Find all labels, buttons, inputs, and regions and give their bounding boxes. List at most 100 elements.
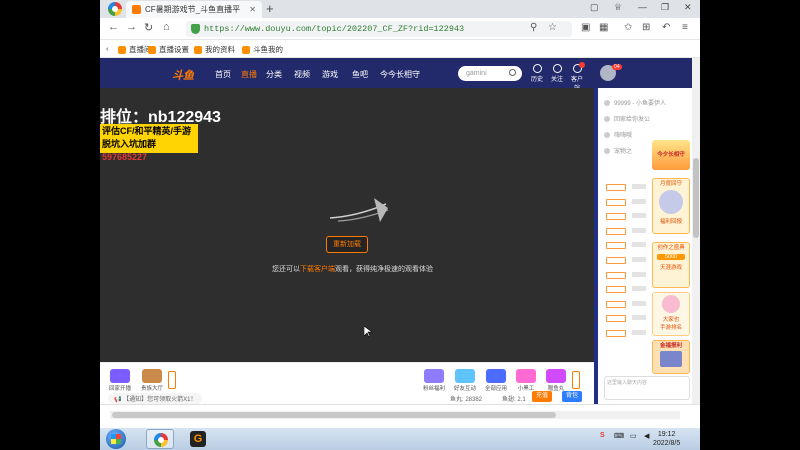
promo-banner[interactable]: 今夕长相守 [652, 140, 690, 170]
menu-hamburger-icon[interactable]: ≡ [682, 22, 688, 33]
new-tab-button[interactable]: + [266, 1, 274, 16]
page-scrollbar[interactable] [692, 58, 700, 404]
volume-icon[interactable]: ◀ [644, 432, 649, 440]
expand-gifts-button[interactable] [168, 371, 176, 389]
tab-close-icon[interactable]: ✕ [249, 5, 256, 14]
promo-card[interactable]: 大家也 手游排名 [652, 292, 690, 336]
chat-username[interactable] [632, 300, 646, 306]
apps-icon[interactable]: ▦ [599, 22, 608, 33]
screen: CF暑期游戏节_斗鱼直播平 ✕ + ▢ ♕ — ❐ ✕ ← → ↻ ⌂ http… [0, 0, 800, 450]
bookmark-star-icon[interactable]: ☆ [548, 22, 557, 33]
taskbar-app-2[interactable]: G [184, 429, 212, 449]
bookmark-item[interactable]: 我的资料 [194, 44, 235, 55]
gift-icon [516, 369, 536, 383]
bookmark-item[interactable]: 直播间 [118, 44, 152, 55]
site-search-input[interactable]: gamini [458, 66, 522, 81]
gift-item[interactable]: 好友互动 [451, 369, 479, 392]
promo-card[interactable]: 月度回守 福利回报 [652, 178, 690, 234]
chat-username[interactable] [632, 198, 646, 204]
chat-username[interactable] [632, 227, 646, 233]
horizontal-scrollbar[interactable] [110, 411, 680, 419]
taskbar-browser-app[interactable] [146, 429, 174, 449]
extension-icon[interactable]: ▣ [581, 22, 590, 33]
menu-icon[interactable]: ▢ [590, 2, 599, 13]
bookmark-item[interactable]: 直播设置 [148, 44, 189, 55]
chat-level-badge [606, 198, 626, 206]
fish-ball-count: 鱼丸: 28382 [450, 397, 483, 403]
heart-icon [552, 64, 562, 73]
gift-item[interactable]: 小黑工 [512, 369, 540, 392]
network-icon[interactable]: ▭ [630, 432, 637, 440]
backpack-button[interactable]: 背包 [562, 391, 583, 402]
douyu-logo[interactable]: 斗鱼 [172, 67, 194, 83]
horizontal-scrollbar-thumb[interactable] [112, 412, 556, 418]
ime-icon[interactable]: S [600, 432, 605, 439]
system-clock[interactable]: 19:12 2022/8/5 [653, 430, 680, 448]
rank-row[interactable]: 99999 - 小鱼要伊人 [604, 98, 666, 107]
favorites-icon[interactable]: ✩ [624, 22, 632, 33]
nav-fishbar[interactable]: 鱼吧 [352, 69, 368, 80]
chat-username[interactable] [632, 257, 646, 262]
keyboard-icon[interactable]: ⌨ [614, 432, 624, 440]
chat-level-badge [606, 271, 626, 279]
chat-level-badge [606, 227, 626, 235]
window-close-icon[interactable]: ✕ [684, 2, 692, 13]
chat-input[interactable]: 这里输入聊天内容 [604, 376, 690, 400]
follow-button[interactable]: 关注 [549, 64, 565, 83]
gift-item[interactable]: 赠鱼丸 [542, 369, 570, 392]
nav-home[interactable]: 首页 [215, 69, 231, 80]
download-client-link[interactable]: 下载客户端 [300, 266, 335, 273]
chat-username[interactable] [632, 213, 646, 219]
address-bar[interactable]: https://www.douyu.com/topic/202207_CF_ZF… [186, 21, 572, 37]
scrollbar-thumb[interactable] [693, 158, 699, 238]
browser-window: CF暑期游戏节_斗鱼直播平 ✕ + ▢ ♕ — ❐ ✕ ← → ↻ ⌂ http… [100, 0, 700, 428]
undo-icon[interactable]: ↶ [662, 22, 670, 33]
chat-username[interactable] [632, 271, 646, 277]
home-icon[interactable]: ⌂ [163, 21, 170, 33]
history-button[interactable]: 历史 [529, 64, 545, 83]
skin-icon[interactable]: ♕ [614, 2, 622, 13]
chat-username[interactable] [632, 242, 646, 248]
rank-row[interactable]: 嗨嗨哦 [604, 130, 632, 139]
chat-username[interactable] [632, 184, 646, 189]
grid-icon[interactable]: ⊞ [642, 22, 650, 33]
chat-level-badge [606, 242, 626, 250]
maximize-icon[interactable]: ❐ [661, 2, 669, 13]
promo-card[interactable]: 创作之盛典 5000 天涯游戏 [652, 242, 690, 288]
bookmarks-bar: ‹ 直播间 直播设置 我的资料 斗鱼我的 [100, 40, 700, 58]
chat-username[interactable] [632, 330, 646, 335]
nav-games[interactable]: 游戏 [322, 69, 338, 80]
gift-item[interactable]: 粉丝福利 [420, 369, 448, 392]
forward-icon[interactable]: → [126, 21, 137, 33]
chat-username[interactable] [632, 286, 646, 292]
refresh-icon[interactable]: ↻ [144, 21, 153, 34]
nav-video[interactable]: 视频 [294, 69, 310, 80]
bookmark-icon [118, 45, 126, 54]
notice-bar: 📢 【通知】您可领取火箭X1！ [108, 393, 203, 404]
chat-username[interactable] [632, 315, 646, 321]
search-icon[interactable]: ⚲ [530, 22, 537, 33]
nav-event[interactable]: 今今长相守 [380, 69, 420, 80]
start-button[interactable] [106, 429, 126, 449]
browser-logo-icon[interactable] [108, 2, 122, 16]
nav-category[interactable]: 分类 [266, 69, 282, 80]
bookmarks-toggle-icon[interactable]: ‹ [106, 44, 109, 53]
reload-button[interactable]: 重新加载 [326, 236, 368, 253]
back-icon[interactable]: ← [108, 21, 119, 33]
browser-tab[interactable]: CF暑期游戏节_斗鱼直播平 ✕ [126, 1, 262, 18]
rank-row[interactable]: 宠物之 [604, 146, 632, 155]
minimize-icon[interactable]: — [638, 2, 647, 12]
promo-avatar [662, 295, 680, 313]
expand-more-gifts-button[interactable] [572, 371, 580, 389]
history-icon [532, 64, 542, 73]
promo-card[interactable]: 金福报利 [652, 340, 690, 374]
nav-live[interactable]: 直播 [241, 69, 257, 80]
charge-button[interactable]: 充值 [532, 391, 553, 402]
bookmark-item[interactable]: 斗鱼我的 [242, 44, 283, 55]
gift-item[interactable]: 回家开播 [106, 369, 134, 392]
gift-item[interactable]: 全部应用 [482, 369, 510, 392]
rank-row[interactable]: 回家给你发公 [604, 114, 650, 123]
chat-level-badge [606, 315, 626, 323]
search-icon[interactable] [509, 69, 516, 76]
gift-item[interactable]: 贵族大厅 [138, 369, 166, 392]
